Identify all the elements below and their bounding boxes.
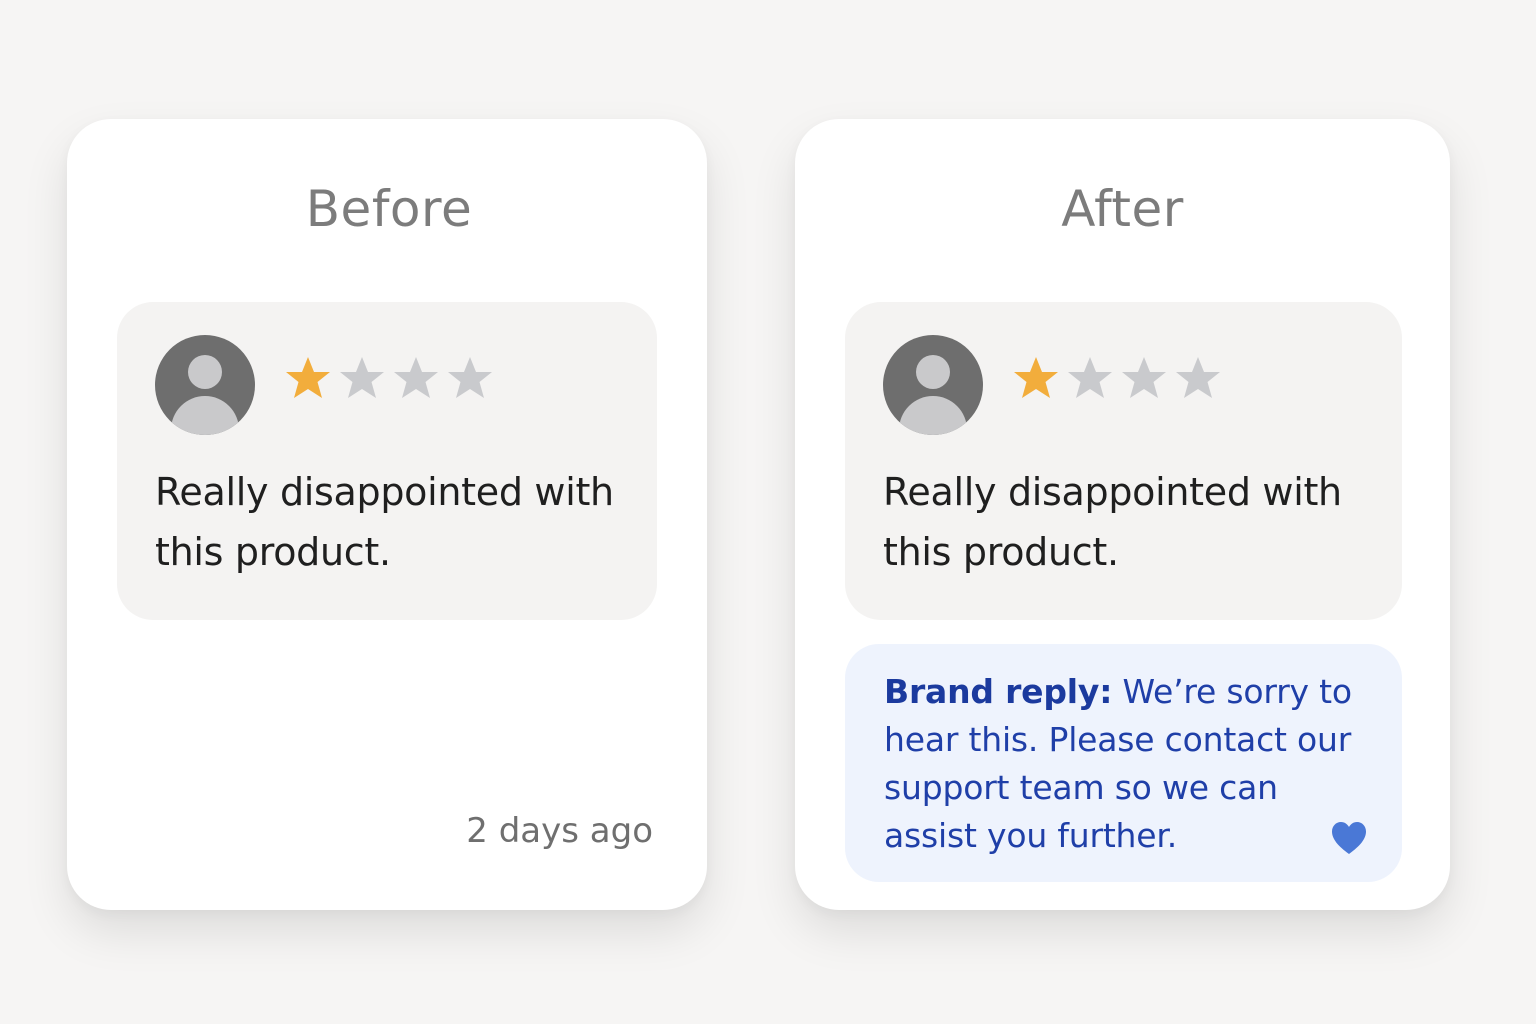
brand-reply-label: Brand reply: [884,672,1113,711]
star-empty-icon [445,354,495,402]
after-card: After Really disappointed with this prod… [795,119,1450,910]
star-empty-icon [1173,354,1223,402]
star-filled-icon [1011,354,1061,402]
avatar-icon [883,335,983,435]
star-filled-icon [283,354,333,402]
review-timestamp: 2 days ago [466,811,653,851]
star-empty-icon [1119,354,1169,402]
review-text: Really disappointed with this product. [155,470,614,574]
star-empty-icon [391,354,441,402]
before-title: Before [305,180,473,238]
after-title: After [1061,180,1184,238]
star-empty-icon [337,354,387,402]
star-rating [1011,354,1223,402]
avatar-icon [155,335,255,435]
review-text: Really disappointed with this product. [883,470,1342,574]
star-empty-icon [1065,354,1115,402]
heart-icon [1330,820,1368,856]
review-bubble: Really disappointed with this product. [117,302,657,620]
star-rating [283,354,495,402]
review-bubble: Really disappointed with this product. [845,302,1402,620]
before-card: Before Really disappointed with this pro… [67,119,707,910]
brand-reply-bubble: Brand reply: We’re sorry to hear this. P… [845,644,1402,882]
brand-reply-text: Brand reply: We’re sorry to hear this. P… [884,668,1374,860]
